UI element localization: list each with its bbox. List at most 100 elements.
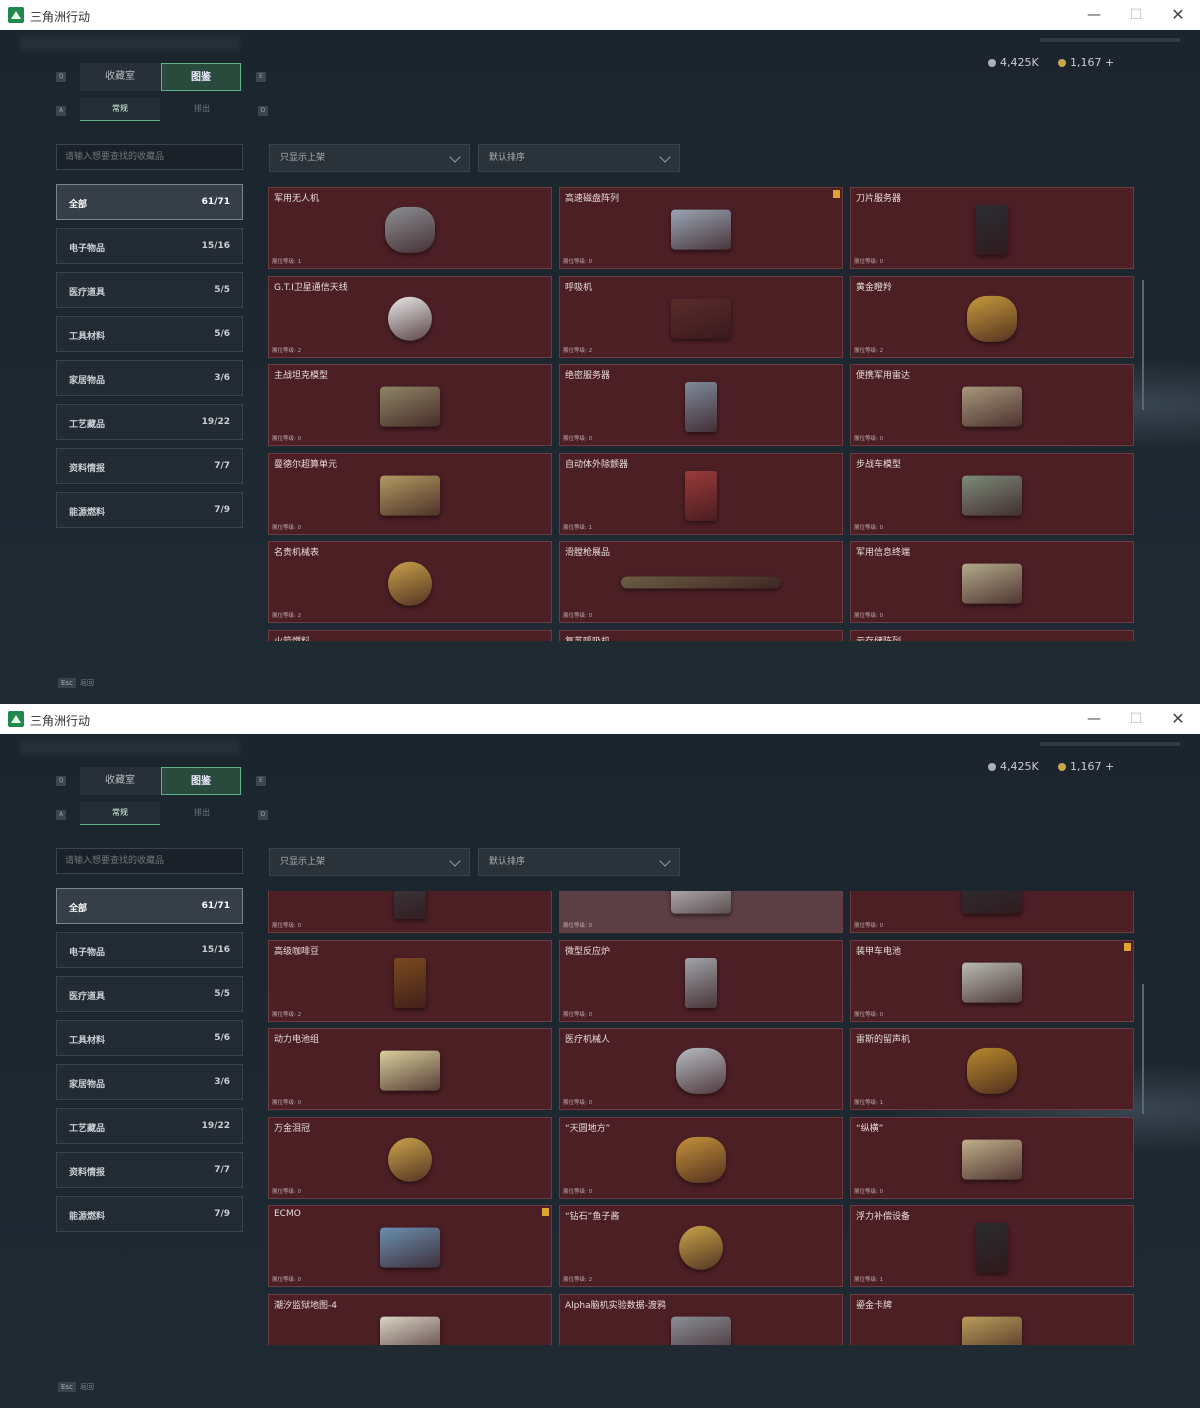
tab-catalog[interactable]: 图鉴 [161, 63, 241, 91]
collection-item-card[interactable]: 火箭燃料 [268, 629, 552, 641]
collection-item-card[interactable]: 浮力补偿设备 展位等级: 1 [850, 1205, 1134, 1287]
tab-catalog[interactable]: 图鉴 [161, 767, 241, 795]
item-level: 展位等级: 2 [272, 347, 302, 354]
filter-dropdown[interactable]: 只显示上架 [269, 144, 470, 172]
chevron-down-icon [659, 855, 671, 867]
back-hint[interactable]: Esc 返回 [58, 678, 94, 688]
item-level: 展位等级: 0 [563, 1100, 593, 1106]
category-item[interactable]: 家居物品 3/6 [56, 1064, 243, 1100]
collection-item-card[interactable]: 潮汐监狱地图-4 [268, 1293, 552, 1345]
maximize-button[interactable]: ☐ [1116, 3, 1156, 27]
category-item[interactable]: 电子物品 15/16 [56, 228, 243, 264]
coffee-bag-icon [394, 957, 426, 1008]
collection-item-card[interactable]: G.T.I卫星通信天线 展位等级: 2 [268, 275, 552, 358]
collection-item-card[interactable]: 步战车模型 展位等级: 0 [850, 452, 1134, 535]
key-hint-e: E [256, 776, 266, 786]
gold-gazelle-icon [967, 295, 1017, 342]
collection-item-card[interactable]: “天圆地方” 展位等级: 0 [559, 1116, 843, 1199]
collection-item-card[interactable]: 动力电池组 展位等级: 0 [268, 1028, 552, 1110]
category-item[interactable]: 电子物品 15/16 [56, 932, 243, 968]
category-item[interactable]: 能源燃料 7/9 [56, 492, 243, 528]
item-name: “天圆地方” [565, 1123, 611, 1134]
collection-item-card[interactable]: 刀片服务器 展位等级: 0 [850, 187, 1134, 269]
subtab-other[interactable]: 排出 [162, 98, 242, 120]
chevron-down-icon [449, 151, 461, 163]
item-level: 展位等级: 0 [563, 1188, 593, 1195]
category-item[interactable]: 医疗道具 5/5 [56, 272, 243, 308]
close-button[interactable]: ✕ [1158, 3, 1198, 27]
gold-currency[interactable]: 1,167 + [1058, 760, 1114, 773]
header-decoration [20, 36, 240, 50]
category-item[interactable]: 全部 61/71 [56, 184, 243, 220]
collection-item-card[interactable]: 曼德尔超算单元 展位等级: 0 [268, 452, 552, 535]
silver-amount: 4,425K [1000, 56, 1039, 69]
collection-item-card[interactable]: 军用无人机 展位等级: 1 [268, 187, 552, 269]
key-hint-a: A [56, 810, 66, 820]
item-name: 雷斯的留声机 [856, 1035, 911, 1045]
subtab-regular[interactable]: 常规 [80, 98, 160, 121]
item-name: 动力电池组 [274, 1035, 320, 1045]
category-item[interactable]: 工具材料 5/6 [56, 316, 243, 352]
category-item[interactable]: 工艺藏品 19/22 [56, 1108, 243, 1144]
tab-collection-room[interactable]: 收藏室 [80, 63, 160, 91]
armillary-icon [676, 1136, 726, 1183]
collection-item-card[interactable]: 万金泪冠 展位等级: 0 [268, 1116, 552, 1199]
collection-item-card[interactable]: 呼吸机 展位等级: 2 [559, 275, 843, 358]
collection-item-card[interactable]: 展位等级: 0 [559, 891, 843, 933]
collection-item-card[interactable]: 绝密服务器 展位等级: 0 [559, 364, 843, 446]
search-input[interactable]: 请输入想要查找的收藏品 [56, 144, 243, 170]
collection-item-card[interactable]: 主战坦克模型 展位等级: 0 [268, 364, 552, 446]
maximize-button[interactable]: ☐ [1116, 707, 1156, 731]
minimize-button[interactable]: — [1074, 707, 1114, 731]
collection-item-card[interactable]: 便携军用雷达 展位等级: 0 [850, 364, 1134, 446]
subtab-regular[interactable]: 常规 [80, 802, 160, 825]
collection-item-card[interactable]: 军用信息终端 展位等级: 0 [850, 541, 1134, 623]
item-level: 展位等级: 2 [854, 347, 884, 354]
category-item[interactable]: 工艺藏品 19/22 [56, 404, 243, 440]
collection-item-card[interactable]: 自动体外除颤器 展位等级: 1 [559, 452, 843, 535]
sort-dropdown[interactable]: 默认排序 [478, 848, 680, 876]
subtab-other[interactable]: 排出 [162, 802, 242, 824]
gold-currency[interactable]: 1,167 + [1058, 56, 1114, 69]
item-level: 展位等级: 0 [272, 923, 302, 929]
collection-item-card[interactable]: ECMO 展位等级: 0 [268, 1205, 552, 1287]
collection-item-card[interactable]: “纵横” 展位等级: 0 [850, 1116, 1134, 1199]
ecmo-icon [380, 1227, 440, 1268]
category-item[interactable]: 工具材料 5/6 [56, 1020, 243, 1056]
collection-item-card[interactable]: 医疗机械人 展位等级: 0 [559, 1028, 843, 1110]
collection-item-card[interactable]: 复苏呼吸机 [559, 629, 843, 641]
search-input[interactable]: 请输入想要查找的收藏品 [56, 848, 243, 874]
category-item[interactable]: 能源燃料 7/9 [56, 1196, 243, 1232]
category-item[interactable]: 医疗道具 5/5 [56, 976, 243, 1012]
close-button[interactable]: ✕ [1158, 707, 1198, 731]
category-item[interactable]: 全部 61/71 [56, 888, 243, 924]
collection-item-card[interactable]: 展位等级: 0 [850, 891, 1134, 933]
collection-item-card[interactable]: 展位等级: 0 [268, 891, 552, 933]
back-hint[interactable]: Esc 返回 [58, 1382, 94, 1392]
minimize-button[interactable]: — [1074, 3, 1114, 27]
collection-item-card[interactable]: 高级咖啡豆 展位等级: 2 [268, 939, 552, 1022]
collection-item-card[interactable]: 名贵机械表 展位等级: 2 [268, 541, 552, 623]
collection-item-card[interactable]: 鎏金卡牌 [850, 1293, 1134, 1345]
collection-item-card[interactable]: 雷斯的留声机 展位等级: 1 [850, 1028, 1134, 1110]
collection-item-card[interactable]: Alpha脑机实验数据-渡鸦 [559, 1293, 843, 1345]
category-item[interactable]: 资料情报 7/7 [56, 448, 243, 484]
collection-item-card[interactable]: 黄金瞪羚 展位等级: 2 [850, 275, 1134, 358]
collection-item-card[interactable]: 装甲车电池 展位等级: 0 [850, 939, 1134, 1022]
collection-item-card[interactable]: 滑膛枪展品 展位等级: 0 [559, 541, 843, 623]
collection-item-card[interactable]: “钻石”鱼子酱 展位等级: 2 [559, 1205, 843, 1287]
map-icon [380, 1316, 440, 1345]
category-count: 61/71 [201, 197, 230, 207]
collection-item-card[interactable]: 云存储阵列 [850, 629, 1134, 641]
category-item[interactable]: 资料情报 7/7 [56, 1152, 243, 1188]
item-name: 呼吸机 [565, 282, 593, 293]
filter-dropdown[interactable]: 只显示上架 [269, 848, 470, 876]
tab-collection-room[interactable]: 收藏室 [80, 767, 160, 795]
collection-item-card[interactable]: 微型反应炉 展位等级: 0 [559, 939, 843, 1022]
grid-scrollbar[interactable] [1142, 280, 1144, 410]
grid-scrollbar[interactable] [1142, 984, 1144, 1114]
collection-item-card[interactable]: 高速磁盘阵列 展位等级: 0 [559, 187, 843, 269]
sort-dropdown[interactable]: 默认排序 [478, 144, 680, 172]
category-item[interactable]: 家居物品 3/6 [56, 360, 243, 396]
disk-array-icon [671, 209, 731, 250]
